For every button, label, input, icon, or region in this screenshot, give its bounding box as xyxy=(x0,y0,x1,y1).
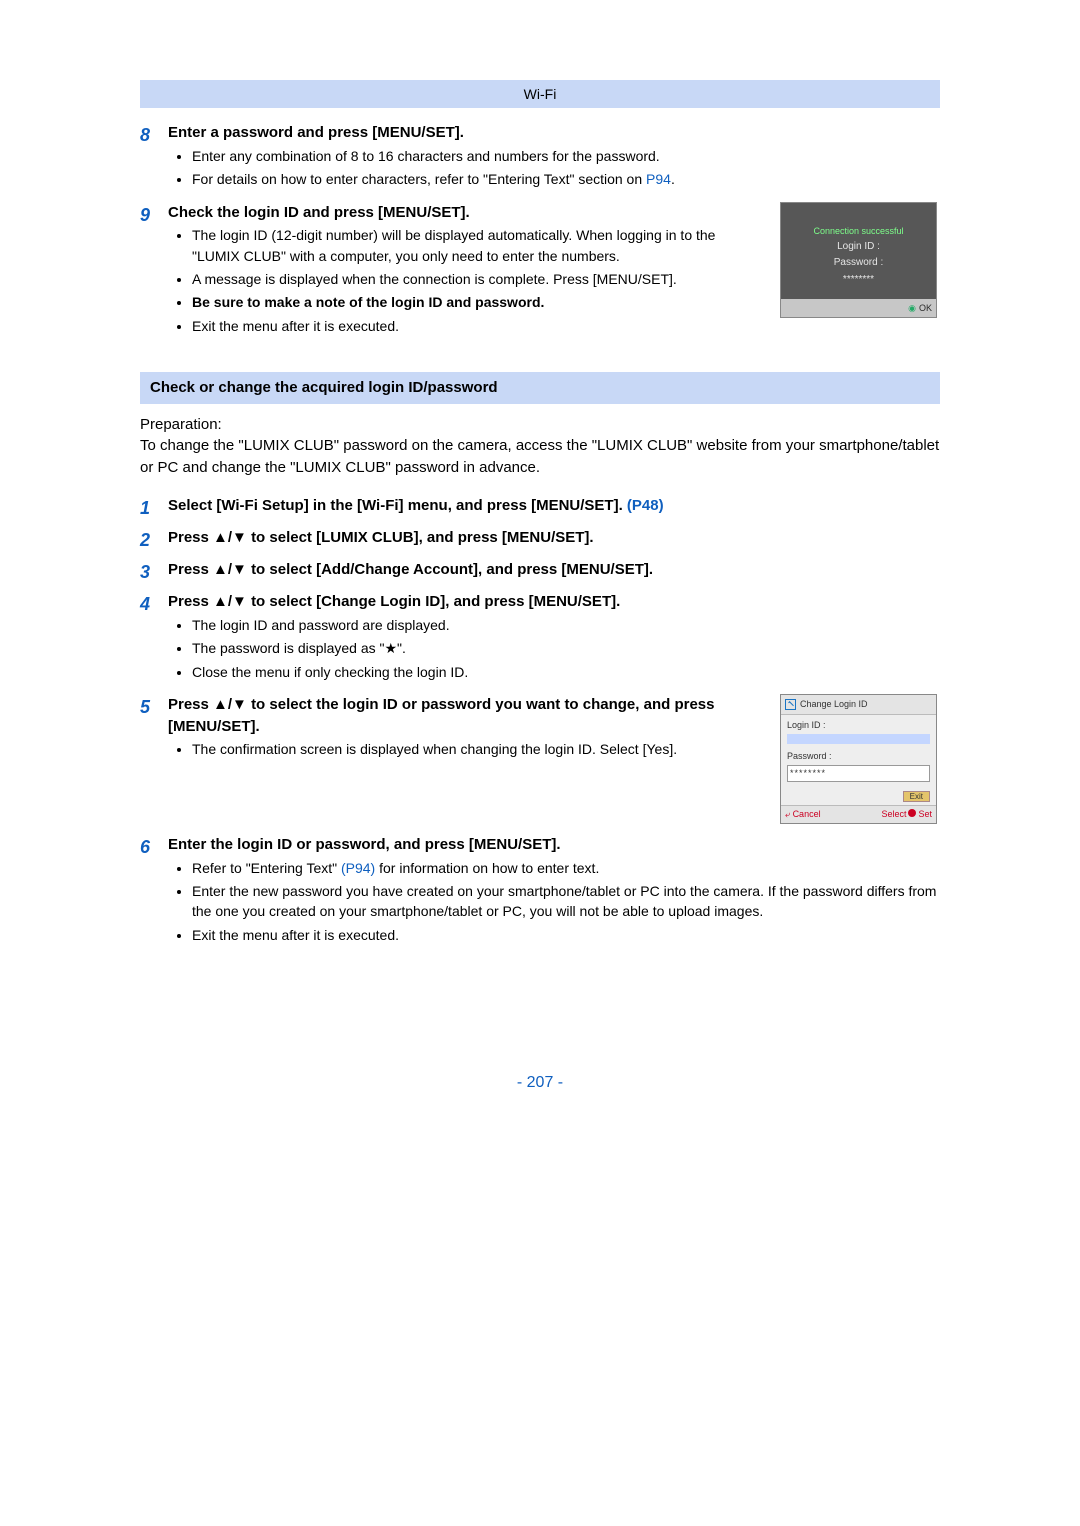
step-number: 6 xyxy=(140,834,168,951)
bullet: Exit the menu after it is executed. xyxy=(192,316,764,336)
text: For details on how to enter characters, … xyxy=(192,171,646,187)
camera-screen-change-login: Change Login ID Login ID : Password : **… xyxy=(780,694,937,824)
step-title: Press ▲/▼ to select [LUMIX CLUB], and pr… xyxy=(168,527,940,551)
password-field: ******** xyxy=(787,765,930,782)
step-number: 2 xyxy=(140,527,168,553)
ok-icon: ◉ xyxy=(908,302,916,315)
step-6: 6 Enter the login ID or password, and pr… xyxy=(140,834,940,951)
password-label: Password : xyxy=(787,750,930,763)
password-masked: ******** xyxy=(785,273,932,288)
step-5-row: 5 Press ▲/▼ to select the login ID or pa… xyxy=(140,694,940,824)
step-title: Check the login ID and press [MENU/SET]. xyxy=(168,202,764,224)
login-label: Login ID : xyxy=(787,719,930,732)
preparation-label: Preparation: xyxy=(140,416,222,433)
page-container: Wi-Fi 8 Enter a password and press [MENU… xyxy=(120,80,960,1094)
ok-label: OK xyxy=(919,302,932,315)
text: for information on how to enter text. xyxy=(375,860,599,876)
step-number: 5 xyxy=(140,694,168,766)
bullet: The password is displayed as "★". xyxy=(192,638,940,658)
step-title: Press ▲/▼ to select [Add/Change Account]… xyxy=(168,559,940,583)
bullet: A message is displayed when the connecti… xyxy=(192,269,764,289)
exit-button: Exit xyxy=(903,791,930,802)
step-3: 3 Press ▲/▼ to select [Add/Change Accoun… xyxy=(140,559,940,585)
bullet: The login ID and password are displayed. xyxy=(192,615,940,635)
step-title: Press ▲/▼ to select the login ID or pass… xyxy=(168,694,764,738)
login-field xyxy=(787,734,930,744)
text: . xyxy=(671,171,675,187)
link-p94-2[interactable]: (P94) xyxy=(341,860,375,876)
cancel-label: ⤶ Cancel xyxy=(785,808,821,821)
bullet: Exit the menu after it is executed. xyxy=(192,925,940,945)
step-number: 3 xyxy=(140,559,168,585)
bullet: The login ID (12-digit number) will be d… xyxy=(192,225,764,266)
bullet: Enter the new password you have created … xyxy=(192,881,940,922)
bullet: Close the menu if only checking the logi… xyxy=(192,662,940,682)
select-set-label: SelectSet xyxy=(881,808,932,821)
step-5: 5 Press ▲/▼ to select the login ID or pa… xyxy=(140,694,764,766)
preparation-text: To change the "LUMIX CLUB" password on t… xyxy=(140,437,939,476)
section-header-wifi: Wi-Fi xyxy=(140,80,940,108)
text: Select [Wi-Fi Setup] in the [Wi-Fi] menu… xyxy=(168,497,627,514)
bullet: Enter any combination of 8 to 16 charact… xyxy=(192,146,940,166)
step-1: 1 Select [Wi-Fi Setup] in the [Wi-Fi] me… xyxy=(140,495,940,521)
step-2: 2 Press ▲/▼ to select [LUMIX CLUB], and … xyxy=(140,527,940,553)
login-label: Login ID : xyxy=(785,240,932,255)
step-title: Enter a password and press [MENU/SET]. xyxy=(168,122,940,144)
step-title: Select [Wi-Fi Setup] in the [Wi-Fi] menu… xyxy=(168,495,940,519)
text: Refer to "Entering Text" xyxy=(192,860,341,876)
bullet: Refer to "Entering Text" (P94) for infor… xyxy=(192,858,940,878)
step-number: 8 xyxy=(140,122,168,195)
step-9-row: 9 Check the login ID and press [MENU/SET… xyxy=(140,202,940,348)
screen-title: Change Login ID xyxy=(800,698,868,711)
connection-status: Connection successful xyxy=(785,225,932,238)
camera-screen-connection: Connection successful Login ID : Passwor… xyxy=(780,202,937,319)
step-number: 1 xyxy=(140,495,168,521)
bullet: The confirmation screen is displayed whe… xyxy=(192,739,764,759)
back-icon xyxy=(785,699,796,710)
step-4: 4 Press ▲/▼ to select [Change Login ID],… xyxy=(140,591,940,688)
section-header-check-change: Check or change the acquired login ID/pa… xyxy=(140,372,940,404)
preparation-block: Preparation: To change the "LUMIX CLUB" … xyxy=(140,414,940,479)
step-title: Press ▲/▼ to select [Change Login ID], a… xyxy=(168,591,940,613)
set-icon xyxy=(908,809,916,817)
step-number: 4 xyxy=(140,591,168,688)
link-p48[interactable]: (P48) xyxy=(627,497,664,514)
link-p94[interactable]: P94 xyxy=(646,171,671,187)
step-8: 8 Enter a password and press [MENU/SET].… xyxy=(140,122,940,195)
bullet: For details on how to enter characters, … xyxy=(192,169,940,189)
step-number: 9 xyxy=(140,202,168,342)
bullet-bold: Be sure to make a note of the login ID a… xyxy=(192,292,764,312)
step-title: Enter the login ID or password, and pres… xyxy=(168,834,940,856)
password-label: Password : xyxy=(785,256,932,271)
page-number: - 207 - xyxy=(140,1071,940,1094)
step-9: 9 Check the login ID and press [MENU/SET… xyxy=(140,202,764,342)
